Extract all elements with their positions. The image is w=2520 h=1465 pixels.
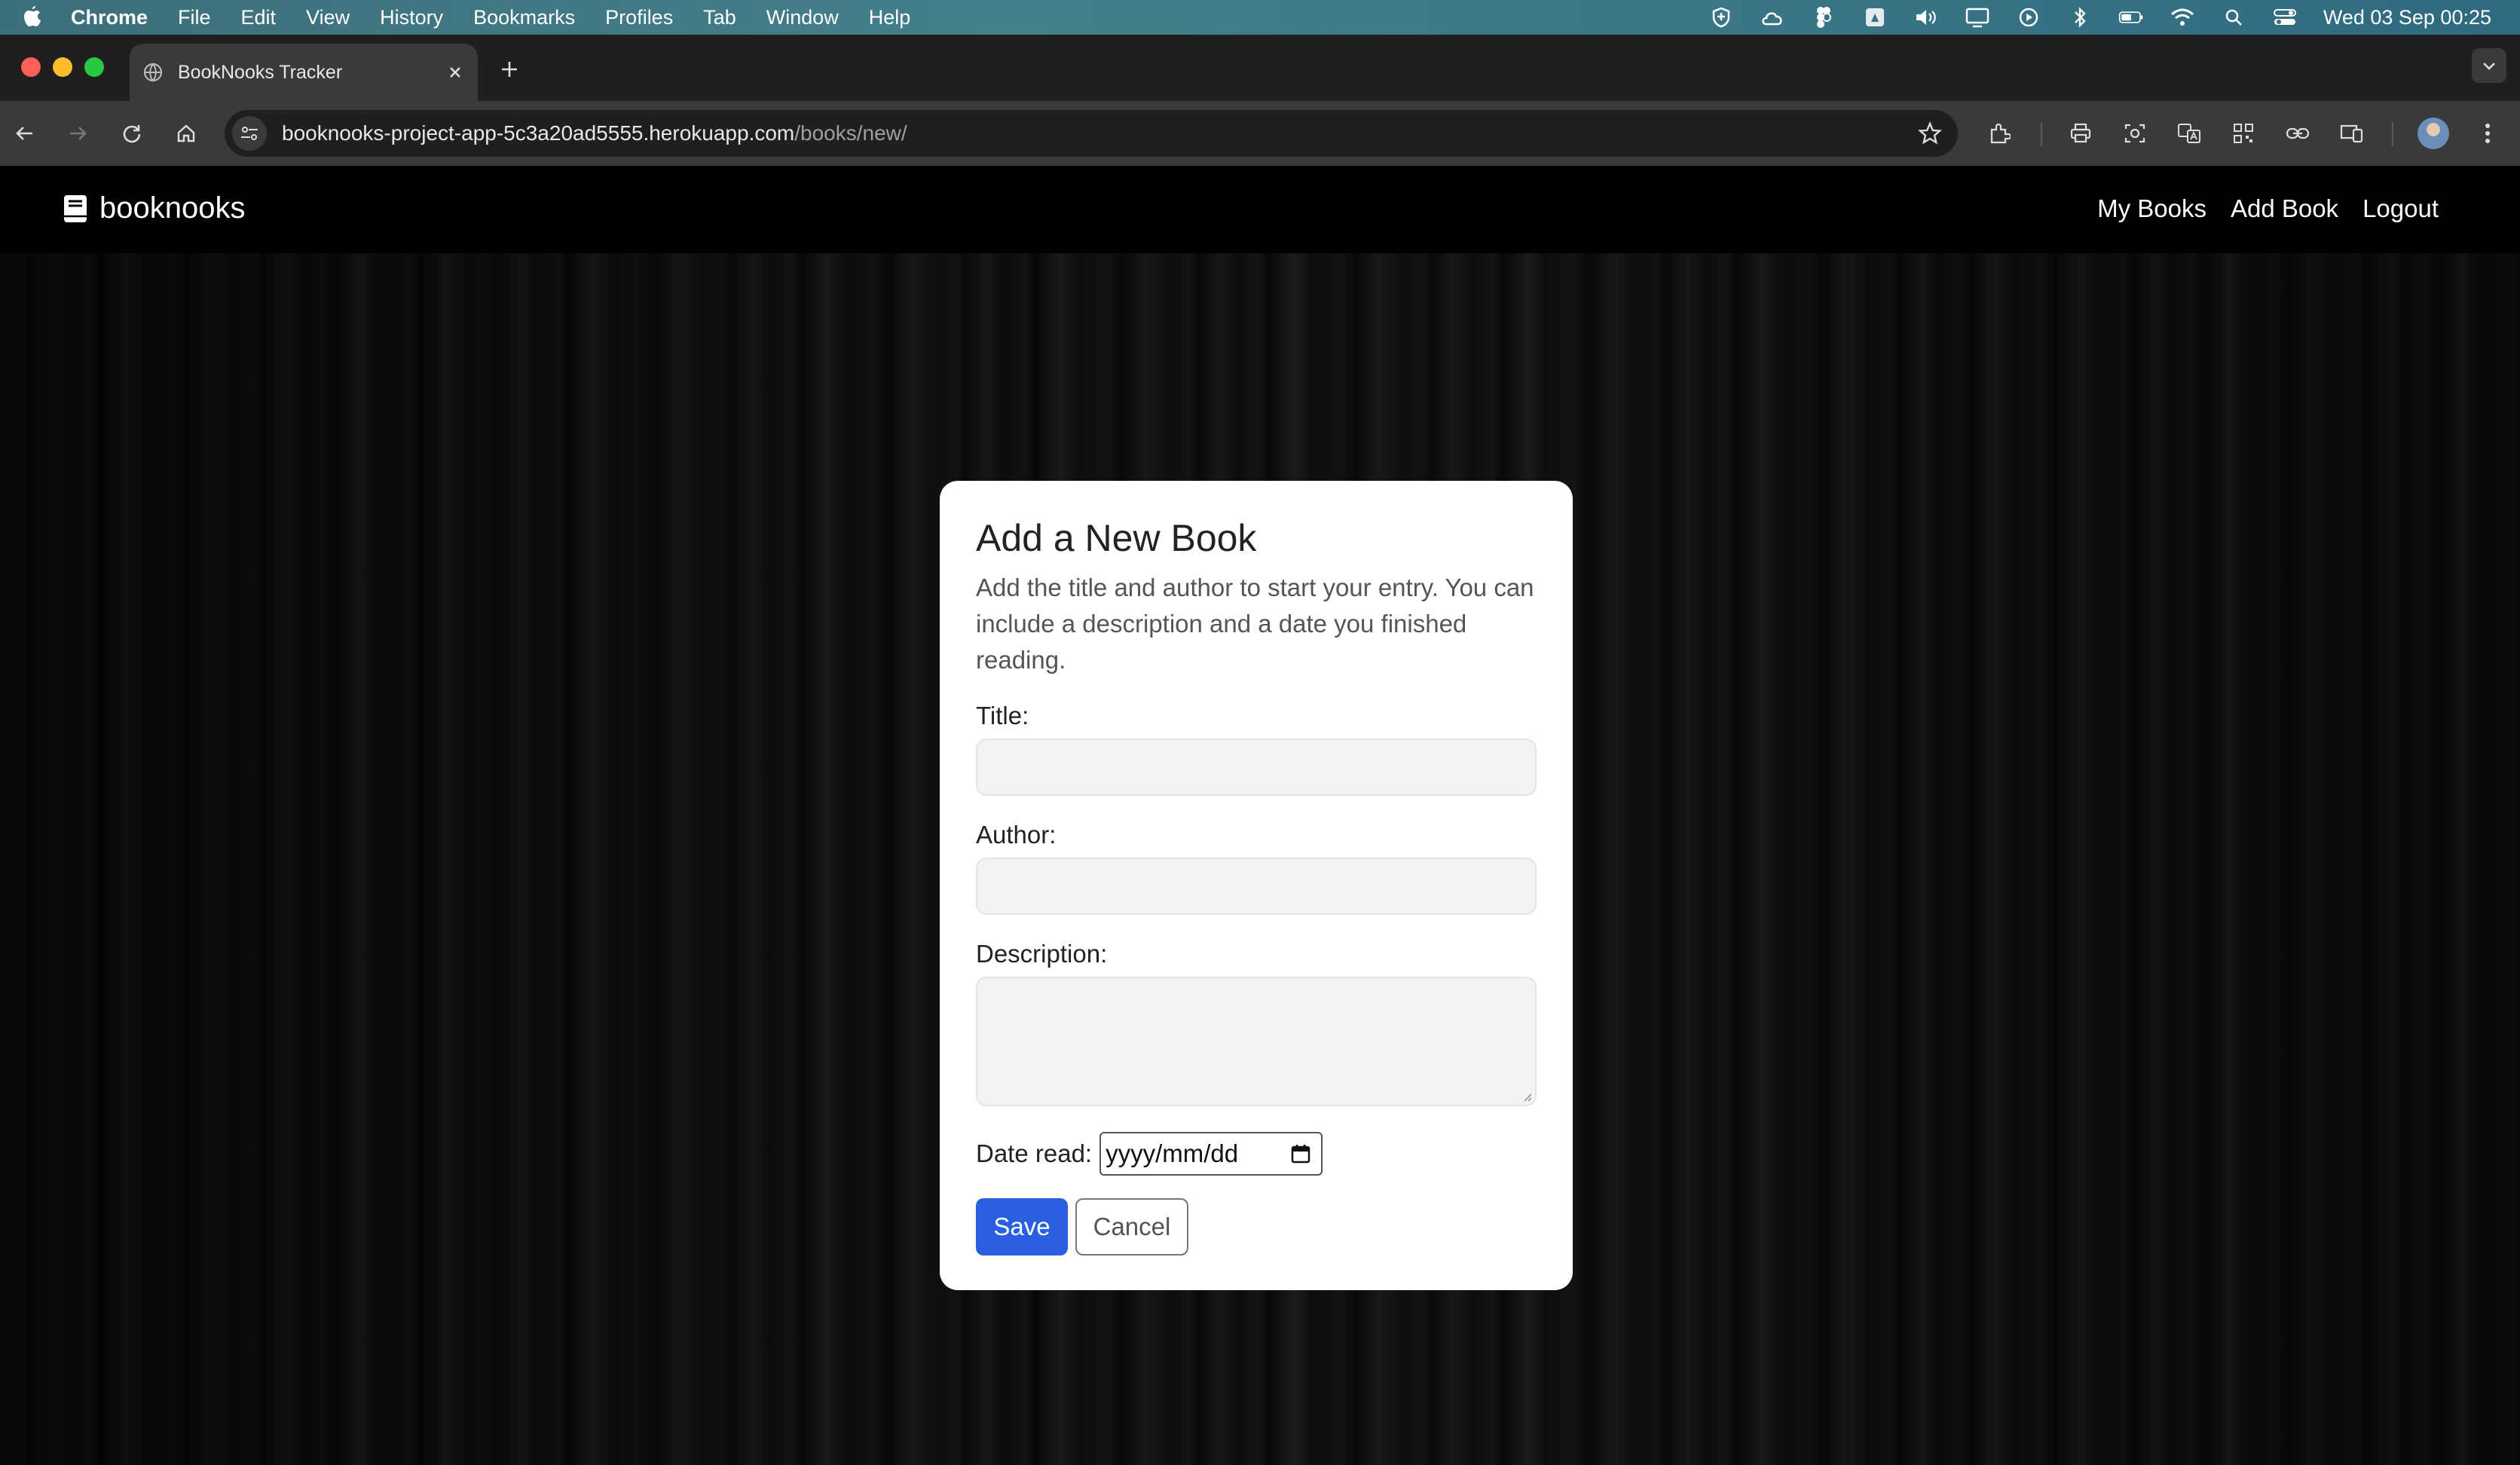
address-bar[interactable]: booknooks-project-app-5c3a20ad5555.herok…: [225, 110, 1958, 157]
resize-handle-icon[interactable]: [1521, 1091, 1532, 1102]
window-close-button[interactable]: [21, 57, 41, 77]
date-read-input[interactable]: yyyy/mm/dd: [1099, 1132, 1323, 1176]
site-info-icon[interactable]: [232, 116, 267, 151]
menu-profiles[interactable]: Profiles: [605, 6, 673, 29]
author-input[interactable]: [976, 858, 1537, 915]
menu-bookmarks[interactable]: Bookmarks: [473, 6, 575, 29]
toolbar-separator: [2041, 122, 2042, 146]
menu-edit[interactable]: Edit: [241, 6, 277, 29]
wifi-icon[interactable]: [2170, 6, 2195, 29]
new-tab-icon[interactable]: [494, 54, 524, 84]
menu-view[interactable]: View: [306, 6, 350, 29]
spotlight-icon[interactable]: [2221, 6, 2246, 29]
bookmark-star-icon[interactable]: [1916, 119, 1944, 148]
kebab-menu-icon[interactable]: [2470, 116, 2505, 151]
menu-help[interactable]: Help: [869, 6, 911, 29]
link-icon[interactable]: [2280, 116, 2315, 151]
url-path: /books/new/: [794, 121, 907, 145]
menu-app-name[interactable]: Chrome: [71, 6, 148, 29]
display-icon[interactable]: [1965, 6, 1990, 29]
menu-tab[interactable]: Tab: [703, 6, 736, 29]
cancel-button[interactable]: Cancel: [1075, 1198, 1188, 1255]
browser-tab-strip: BookNooks Tracker: [0, 35, 2520, 101]
menu-bar-status-area: Wed 03 Sep 00:25: [1683, 0, 2491, 35]
bluetooth-icon[interactable]: [2067, 6, 2093, 29]
form-heading: Add a New Book: [976, 517, 1257, 559]
site-nav-links: My Books Add Book Logout: [2073, 194, 2439, 223]
shield-icon[interactable]: [1708, 6, 1734, 29]
date-read-row: Date read: yyyy/mm/dd: [976, 1132, 1537, 1176]
nav-add-book[interactable]: Add Book: [2231, 194, 2338, 223]
translate-icon[interactable]: [2172, 116, 2207, 151]
cloud-icon[interactable]: [1760, 6, 1785, 29]
browser-toolbar: booknooks-project-app-5c3a20ad5555.herok…: [0, 101, 2520, 166]
date-placeholder: yyyy/mm/dd: [1106, 1139, 1239, 1167]
add-book-card: Add a New Book Add the title and author …: [940, 481, 1573, 1290]
browser-tab-active[interactable]: BookNooks Tracker: [130, 44, 478, 101]
menu-file[interactable]: File: [178, 6, 211, 29]
author-label: Author:: [976, 821, 1057, 849]
url-text[interactable]: booknooks-project-app-5c3a20ad5555.herok…: [282, 121, 907, 145]
extensions-icon[interactable]: [1982, 116, 2017, 151]
brand-name: booknooks: [99, 191, 246, 225]
title-input[interactable]: [976, 739, 1537, 796]
back-icon[interactable]: [8, 116, 42, 151]
play-icon[interactable]: [2016, 6, 2041, 29]
drive-icon[interactable]: [1862, 6, 1888, 29]
macos-menu-bar: Chrome File Edit View History Bookmarks …: [0, 0, 2520, 35]
description-textarea[interactable]: [976, 977, 1537, 1106]
site-brand[interactable]: booknooks: [62, 191, 245, 225]
window-zoom-button[interactable]: [84, 57, 104, 77]
menu-bar-clock[interactable]: Wed 03 Sep 00:25: [2323, 6, 2491, 29]
title-label: Title:: [976, 702, 1029, 729]
form-intro-text: Add the title and author to start your e…: [976, 573, 1534, 674]
toolbar-separator: [2392, 122, 2393, 146]
window-minimize-button[interactable]: [53, 57, 72, 77]
screenshot-icon[interactable]: [2118, 116, 2152, 151]
menu-window[interactable]: Window: [766, 6, 839, 29]
apple-logo-icon[interactable]: [21, 5, 44, 29]
tab-search-icon[interactable]: [2472, 48, 2506, 83]
profile-avatar[interactable]: [2418, 118, 2449, 149]
devices-icon[interactable]: [2335, 116, 2369, 151]
globe-icon: [142, 61, 164, 84]
menu-history[interactable]: History: [380, 6, 443, 29]
save-button[interactable]: Save: [976, 1198, 1068, 1255]
book-icon: [62, 193, 89, 225]
figma-icon[interactable]: [1811, 6, 1836, 29]
date-read-label: Date read:: [976, 1139, 1093, 1167]
site-navbar: booknooks My Books Add Book Logout: [0, 166, 2520, 253]
qr-code-icon[interactable]: [2226, 116, 2261, 151]
web-page: booknooks My Books Add Book Logout Add a…: [0, 166, 2520, 1465]
nav-my-books[interactable]: My Books: [2097, 194, 2207, 223]
volume-icon[interactable]: [1913, 6, 1939, 29]
form-actions: Save Cancel: [976, 1198, 1537, 1255]
description-label: Description:: [976, 940, 1108, 968]
control-center-icon[interactable]: [2272, 6, 2298, 29]
close-tab-icon[interactable]: [443, 60, 467, 84]
url-host: booknooks-project-app-5c3a20ad5555.herok…: [282, 121, 795, 145]
battery-icon[interactable]: [2118, 6, 2144, 29]
home-icon[interactable]: [169, 116, 203, 151]
nav-logout[interactable]: Logout: [2362, 194, 2439, 223]
calendar-icon[interactable]: [1288, 1141, 1314, 1167]
tab-title: BookNooks Tracker: [178, 61, 343, 83]
reload-icon[interactable]: [115, 116, 149, 151]
print-icon[interactable]: [2063, 116, 2098, 151]
forward-icon[interactable]: [60, 116, 95, 151]
